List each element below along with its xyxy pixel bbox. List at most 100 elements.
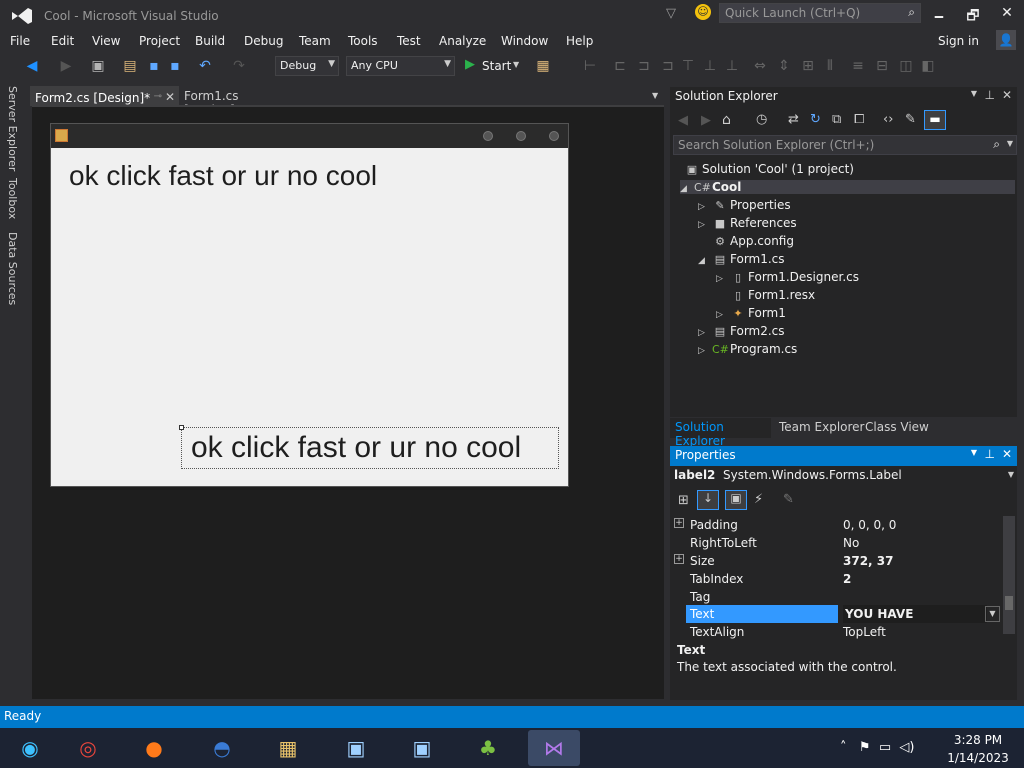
menu-help[interactable]: Help xyxy=(566,34,593,48)
save-icon[interactable]: ▪ xyxy=(146,58,162,74)
search-options-icon[interactable]: ▼ xyxy=(1007,139,1013,148)
menu-build[interactable]: Build xyxy=(195,34,225,48)
start-button[interactable]: Start xyxy=(482,59,511,73)
show-hidden-icons-icon[interactable]: ˄ xyxy=(840,740,847,755)
tree-item-program-cs[interactable]: ▷ C#Program.cs xyxy=(698,342,797,356)
tree-item-form1-resx[interactable]: ▯ Form1.resx xyxy=(716,288,815,302)
tree-item-app-config[interactable]: ⚙ App.config xyxy=(698,234,794,248)
collapsed-arrow-icon[interactable]: ▷ xyxy=(698,346,712,356)
close-button[interactable]: ✕ xyxy=(996,5,1018,25)
menu-project[interactable]: Project xyxy=(139,34,180,48)
text-dropdown-icon[interactable]: ▼ xyxy=(985,606,1000,622)
alphabetical-icon[interactable]: ↓ xyxy=(697,490,719,510)
data-sources-tab[interactable]: Data Sources xyxy=(6,232,19,305)
tab-solution-explorer[interactable]: Solution Explorer xyxy=(670,418,771,448)
forward-icon[interactable]: ▶ xyxy=(701,113,711,128)
property-pages-icon[interactable]: ✎ xyxy=(783,492,794,507)
collapsed-arrow-icon[interactable]: ▷ xyxy=(698,328,712,338)
collapsed-arrow-icon[interactable]: ▷ xyxy=(716,310,730,320)
browser-link-icon[interactable]: ▦ xyxy=(535,58,551,74)
quick-launch-input[interactable]: Quick Launch (Ctrl+Q) ⌕ xyxy=(719,3,921,23)
firefox-icon[interactable]: ● xyxy=(128,730,180,766)
properties-scrollbar[interactable] xyxy=(1003,516,1015,634)
start-menu-icon[interactable]: ◉ xyxy=(4,730,56,766)
feedback-smiley-icon[interactable]: ☺ xyxy=(695,4,711,20)
people-app-icon[interactable]: ♣ xyxy=(462,730,514,766)
navigate-back-icon[interactable]: ◀ xyxy=(24,58,40,74)
menu-team[interactable]: Team xyxy=(299,34,331,48)
expand-icon[interactable]: + xyxy=(674,518,684,528)
tree-item-solution[interactable]: ▣ Solution 'Cool' (1 project) xyxy=(684,162,854,176)
server-explorer-tab[interactable]: Server Explorer xyxy=(6,86,19,171)
refresh-icon[interactable]: ↻ xyxy=(810,112,821,127)
view-code-icon[interactable]: ‹› xyxy=(883,112,893,127)
tree-item-form1-cs[interactable]: ◢ ▤ Form1.cs xyxy=(698,252,785,266)
chrome-icon[interactable]: ◎ xyxy=(62,730,114,766)
tab-team-explorer[interactable]: Team Explorer xyxy=(779,420,865,434)
tree-item-form1-designer[interactable]: ▷ ▯ Form1.Designer.cs xyxy=(716,270,859,284)
remote-desktop-2-icon[interactable]: ▣ xyxy=(396,730,448,766)
save-all-icon[interactable]: ▪ xyxy=(167,58,183,74)
label1-control[interactable]: ok click fast or ur no cool xyxy=(69,160,377,192)
file-explorer-icon[interactable]: ▦ xyxy=(262,730,314,766)
taskbar-clock[interactable]: 3:28 PM 1/14/2023 xyxy=(945,733,1011,765)
tab-form1-design[interactable]: Form1.cs [Design] xyxy=(179,86,289,117)
collapsed-arrow-icon[interactable]: ▷ xyxy=(716,274,730,284)
window-position-icon[interactable]: ▼ xyxy=(971,89,977,98)
property-row-righttoleft[interactable]: RightToLeft No xyxy=(672,534,998,552)
menu-test[interactable]: Test xyxy=(397,34,421,48)
solution-search-input[interactable]: Search Solution Explorer (Ctrl+;) ⌕ ▼ xyxy=(673,135,1017,155)
solution-platform-select[interactable]: Any CPU ▼ xyxy=(346,56,455,76)
minimize-button[interactable]: 🗕 xyxy=(928,5,950,25)
menu-tools[interactable]: Tools xyxy=(348,34,378,48)
expand-icon[interactable]: + xyxy=(674,554,684,564)
property-row-text[interactable]: Text YOU HAVE xyxy=(672,605,998,623)
menu-analyze[interactable]: Analyze xyxy=(439,34,486,48)
tree-item-references[interactable]: ▷ ■ References xyxy=(698,216,797,230)
expanded-arrow-icon[interactable]: ◢ xyxy=(680,184,694,194)
navigate-forward-icon[interactable]: ▶ xyxy=(58,58,74,74)
property-value-input[interactable]: YOU HAVE xyxy=(843,605,987,623)
menu-debug[interactable]: Debug xyxy=(244,34,283,48)
tree-item-form2-cs[interactable]: ▷ ▤ Form2.cs xyxy=(698,324,785,338)
tree-item-properties[interactable]: ▷ ✎ Properties xyxy=(698,198,791,212)
property-row-tag[interactable]: Tag xyxy=(672,588,998,606)
object-selector[interactable]: label2 System.Windows.Forms.Label ▼ xyxy=(674,468,1017,484)
start-dropdown-icon[interactable]: ▼ xyxy=(513,60,519,69)
obama-logo-icon[interactable]: ◓ xyxy=(196,730,248,766)
new-project-icon[interactable]: ▣ xyxy=(90,58,106,74)
property-row-padding[interactable]: + Padding 0, 0, 0, 0 xyxy=(672,516,998,534)
tab-class-view[interactable]: Class View xyxy=(865,420,929,434)
property-row-tabindex[interactable]: TabIndex 2 xyxy=(672,570,998,588)
collapsed-arrow-icon[interactable]: ▷ xyxy=(698,220,712,230)
tree-item-form1-class[interactable]: ▷ ✦ Form1 xyxy=(716,306,786,320)
collapse-all-icon[interactable]: ⧉ xyxy=(832,112,841,127)
expanded-arrow-icon[interactable]: ◢ xyxy=(698,256,712,266)
categorized-icon[interactable]: ⊞ xyxy=(678,493,689,508)
pin-icon[interactable]: ⊥ xyxy=(985,447,995,461)
history-icon[interactable]: ◷ xyxy=(756,112,767,127)
menu-window[interactable]: Window xyxy=(501,34,548,48)
filter-icon[interactable]: ▽ xyxy=(666,6,676,21)
label2-control-selected[interactable]: ok click fast or ur no cool xyxy=(179,425,559,469)
solution-configuration-select[interactable]: Debug ▼ xyxy=(275,56,339,76)
menu-view[interactable]: View xyxy=(92,34,120,48)
restore-button[interactable]: 🗗 xyxy=(962,5,984,25)
close-tab-icon[interactable]: ✕ xyxy=(165,90,175,104)
property-row-textalign[interactable]: TextAlign TopLeft xyxy=(672,623,998,641)
home-icon[interactable]: ⌂ xyxy=(722,112,731,128)
collapsed-arrow-icon[interactable]: ▷ xyxy=(698,202,712,212)
redo-icon[interactable]: ↷ xyxy=(231,58,247,74)
undo-icon[interactable]: ↶ xyxy=(197,58,213,74)
close-panel-icon[interactable]: ✕ xyxy=(1002,88,1012,102)
account-avatar-icon[interactable]: 👤 xyxy=(996,30,1016,50)
network-icon[interactable]: ▭ xyxy=(879,740,891,755)
tab-form2-design[interactable]: Form2.cs [Design]* ⊸ ✕ xyxy=(30,86,179,106)
preview-selected-icon[interactable]: ▬ xyxy=(924,110,946,130)
sync-icon[interactable]: ⇄ xyxy=(788,112,799,127)
volume-icon[interactable]: ◁) xyxy=(899,740,914,755)
back-icon[interactable]: ◀ xyxy=(678,113,688,128)
tree-item-cool-project[interactable]: ◢ C#Cool xyxy=(680,180,1015,194)
start-play-icon[interactable]: ▶ xyxy=(465,57,475,72)
pin-icon[interactable]: ⊥ xyxy=(985,88,995,102)
